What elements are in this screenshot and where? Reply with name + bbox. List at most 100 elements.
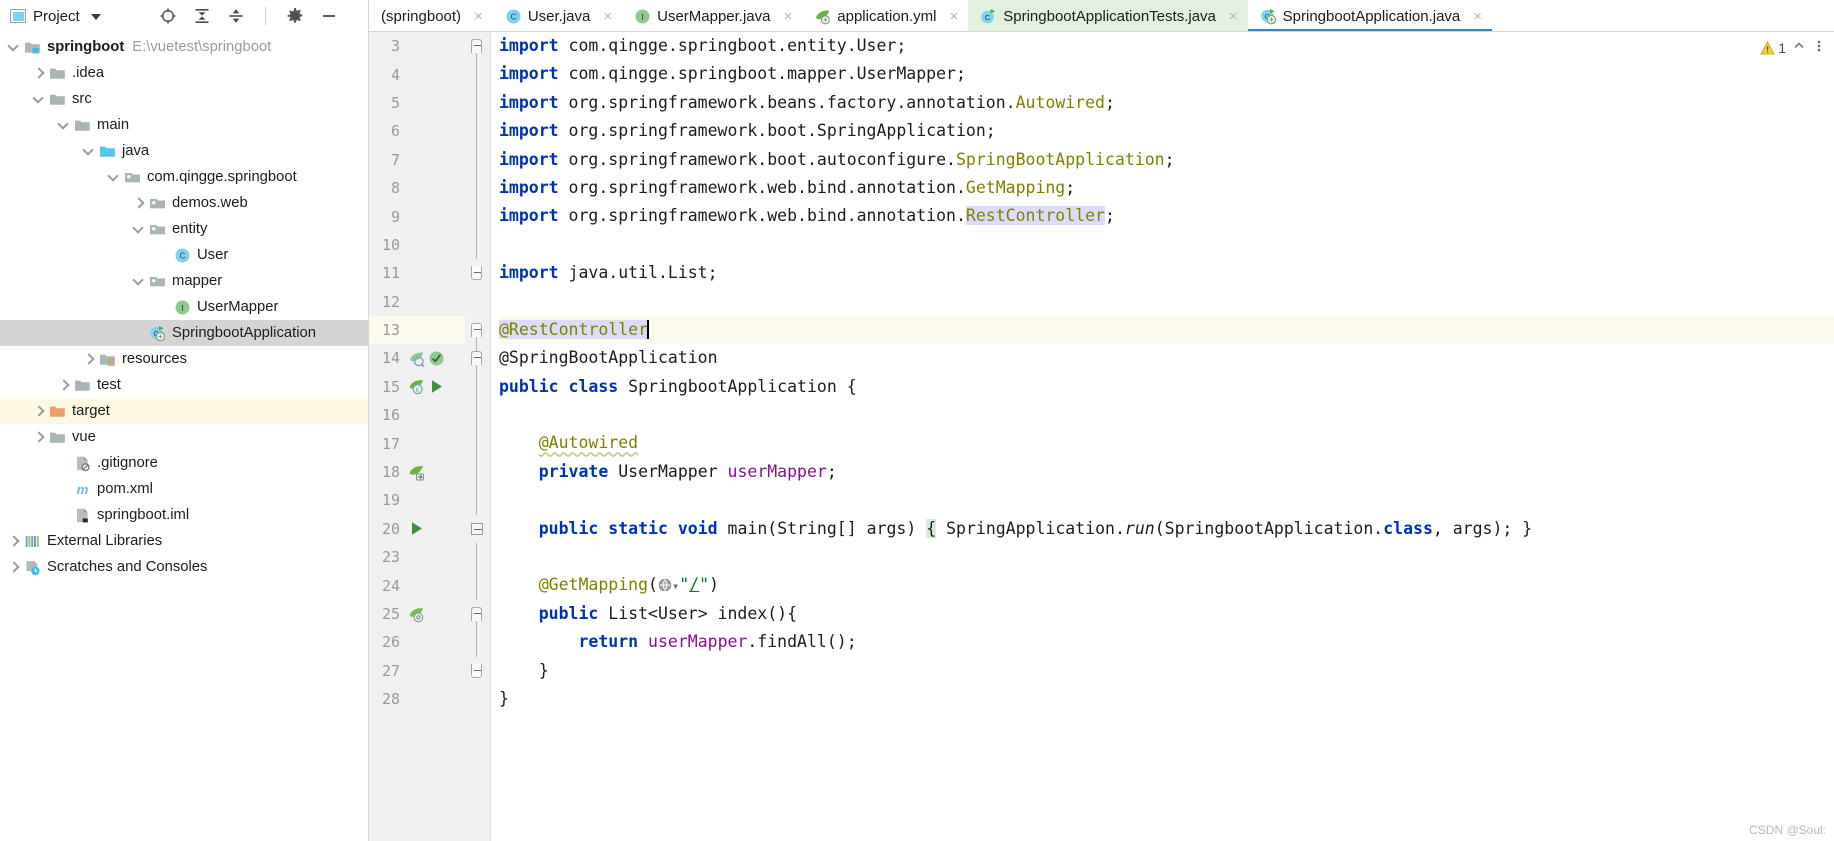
expand-all-icon[interactable] xyxy=(193,7,211,25)
chevron-right-icon[interactable] xyxy=(33,431,45,443)
fold-region-start-icon[interactable] xyxy=(471,607,484,621)
tab-close-icon[interactable]: × xyxy=(1229,9,1238,24)
tree-item-scratches-and-consoles[interactable]: Scratches and Consoles xyxy=(0,554,368,580)
collapse-all-icon[interactable] xyxy=(227,7,245,25)
chevron-right-icon[interactable] xyxy=(33,405,45,417)
tree-item-vue[interactable]: vue xyxy=(0,424,368,450)
chevron-down-icon[interactable] xyxy=(133,275,145,287)
tab-close-icon[interactable]: × xyxy=(1473,9,1482,24)
chevron-right-icon[interactable] xyxy=(33,67,45,79)
code-line[interactable]: return userMapper.findAll(); xyxy=(499,628,1834,656)
code-editor[interactable]: 3 4 5 6 7 8 9 10 11 12 13 14 15 c 16 17 18 19 20 23 24 25 26 27… xyxy=(368,32,1834,841)
editor-tab-user-java[interactable]: C User.java × xyxy=(492,0,623,32)
chevron-right-icon[interactable] xyxy=(8,561,20,573)
code-line[interactable]: @Autowired xyxy=(499,429,1834,457)
tree-item-pom-xml[interactable]: m pom.xml xyxy=(0,476,368,502)
chevron-down-icon[interactable] xyxy=(8,41,20,53)
code-line[interactable]: private UserMapper userMapper; xyxy=(499,458,1834,486)
settings-gear-icon[interactable] xyxy=(286,7,304,25)
code-line[interactable] xyxy=(499,486,1834,514)
code-line[interactable]: } xyxy=(499,685,1834,713)
editor-tab-application-yml[interactable]: application.yml × xyxy=(802,0,969,32)
tree-item-springbootapplication[interactable]: C SpringbootApplication xyxy=(0,320,368,346)
tree-item--idea[interactable]: .idea xyxy=(0,60,368,86)
project-panel-title[interactable]: Project xyxy=(10,8,101,25)
tree-item-test[interactable]: test xyxy=(0,372,368,398)
code-line[interactable]: import org.springframework.beans.factory… xyxy=(499,89,1834,117)
run-icon[interactable] xyxy=(428,378,445,395)
tree-item-usermapper[interactable]: I UserMapper xyxy=(0,294,368,320)
tab-close-icon[interactable]: × xyxy=(603,9,612,24)
chevron-down-icon[interactable] xyxy=(90,14,101,20)
code-line[interactable]: public static void main(String[] args) {… xyxy=(499,515,1834,543)
code-line[interactable] xyxy=(499,401,1834,429)
chevron-down-icon[interactable] xyxy=(133,223,145,235)
tree-item-java[interactable]: java xyxy=(0,138,368,164)
editor-tab-springbootapplication-java[interactable]: C SpringbootApplication.java × xyxy=(1247,0,1493,32)
code-line[interactable]: import com.qingge.springboot.entity.User… xyxy=(499,32,1834,60)
editor-gutter[interactable]: 3 4 5 6 7 8 9 10 11 12 13 14 15 c 16 17 18 19 20 23 24 25 26 27… xyxy=(369,32,465,841)
tree-item-com-qingge-springboot[interactable]: com.qingge.springboot xyxy=(0,164,368,190)
tree-item-src[interactable]: src xyxy=(0,86,368,112)
tab-close-icon[interactable]: × xyxy=(474,9,483,24)
chevron-down-icon[interactable] xyxy=(33,93,45,105)
tree-item-mapper[interactable]: mapper xyxy=(0,268,368,294)
project-tree[interactable]: springboot E:\vuetest\springboot .idea src m… xyxy=(0,32,368,841)
chevron-right-icon[interactable] xyxy=(8,535,20,547)
chevron-down-icon[interactable] xyxy=(58,119,70,131)
tree-item-springboot[interactable]: springboot E:\vuetest\springboot xyxy=(0,34,368,60)
chevron-down-icon[interactable] xyxy=(83,145,95,157)
fold-region-start-icon[interactable] xyxy=(471,39,484,53)
tab-close-icon[interactable]: × xyxy=(784,9,793,24)
run-icon[interactable] xyxy=(408,520,425,537)
code-line[interactable]: import org.springframework.boot.autoconf… xyxy=(499,146,1834,174)
tree-item-resources[interactable]: resources xyxy=(0,346,368,372)
tree-item-external-libraries[interactable]: External Libraries xyxy=(0,528,368,554)
code-line[interactable]: @SpringBootApplication xyxy=(499,344,1834,372)
fold-collapsed-icon[interactable] xyxy=(471,522,484,535)
editor-tab--springboot-[interactable]: (springboot) × xyxy=(369,0,493,32)
code-area[interactable]: import com.qingge.springboot.entity.User… xyxy=(491,32,1834,841)
line-number: 15 xyxy=(381,377,400,396)
tree-item--gitignore[interactable]: .gitignore xyxy=(0,450,368,476)
code-line[interactable]: import com.qingge.springboot.mapper.User… xyxy=(499,60,1834,88)
code-line[interactable]: import org.springframework.web.bind.anno… xyxy=(499,202,1834,230)
editor-tab-usermapper-java[interactable]: I UserMapper.java × xyxy=(622,0,803,32)
fold-region-end-icon[interactable] xyxy=(471,266,484,281)
chevron-right-icon[interactable] xyxy=(133,197,145,209)
spring-bean-icon[interactable] xyxy=(408,350,425,367)
code-line[interactable]: import org.springframework.boot.SpringAp… xyxy=(499,117,1834,145)
code-line[interactable]: public List<User> index(){ xyxy=(499,600,1834,628)
spring-boot-bean-icon[interactable]: c xyxy=(408,378,425,395)
test-ok-icon[interactable] xyxy=(428,350,445,367)
chevron-right-icon[interactable] xyxy=(83,353,95,365)
fold-region-end-icon[interactable] xyxy=(471,663,484,678)
tree-item-main[interactable]: main xyxy=(0,112,368,138)
editor-tab-springbootapplicationtests-java[interactable]: C SpringbootApplicationTests.java × xyxy=(968,0,1248,32)
tree-item-demos-web[interactable]: demos.web xyxy=(0,190,368,216)
code-line[interactable]: @GetMapping(▾"/") xyxy=(499,571,1834,599)
code-line[interactable]: } xyxy=(499,657,1834,685)
code-line[interactable]: import java.util.List; xyxy=(499,259,1834,287)
code-folding-column[interactable] xyxy=(465,32,491,841)
hide-panel-icon[interactable] xyxy=(320,7,338,25)
tab-close-icon[interactable]: × xyxy=(949,9,958,24)
tree-item-springboot-iml[interactable]: springboot.iml xyxy=(0,502,368,528)
tree-item-entity[interactable]: entity xyxy=(0,216,368,242)
chevron-down-icon[interactable] xyxy=(108,171,120,183)
web-mapping-inline-icon[interactable] xyxy=(658,573,672,601)
code-line[interactable]: @RestController xyxy=(499,315,1834,345)
fold-region-start-icon[interactable] xyxy=(471,323,484,337)
code-line[interactable] xyxy=(499,288,1834,316)
chevron-right-icon[interactable] xyxy=(58,379,70,391)
fold-region-start-icon[interactable] xyxy=(471,351,484,366)
tree-item-user[interactable]: C User xyxy=(0,242,368,268)
spring-inject-icon[interactable] xyxy=(408,464,425,481)
code-line[interactable] xyxy=(499,231,1834,259)
code-line[interactable]: public class SpringbootApplication { xyxy=(499,373,1834,401)
code-line[interactable] xyxy=(499,543,1834,571)
tree-item-target[interactable]: target xyxy=(0,398,368,424)
code-line[interactable]: import org.springframework.web.bind.anno… xyxy=(499,174,1834,202)
locate-target-icon[interactable] xyxy=(159,7,177,25)
spring-mapping-icon[interactable] xyxy=(408,606,425,623)
